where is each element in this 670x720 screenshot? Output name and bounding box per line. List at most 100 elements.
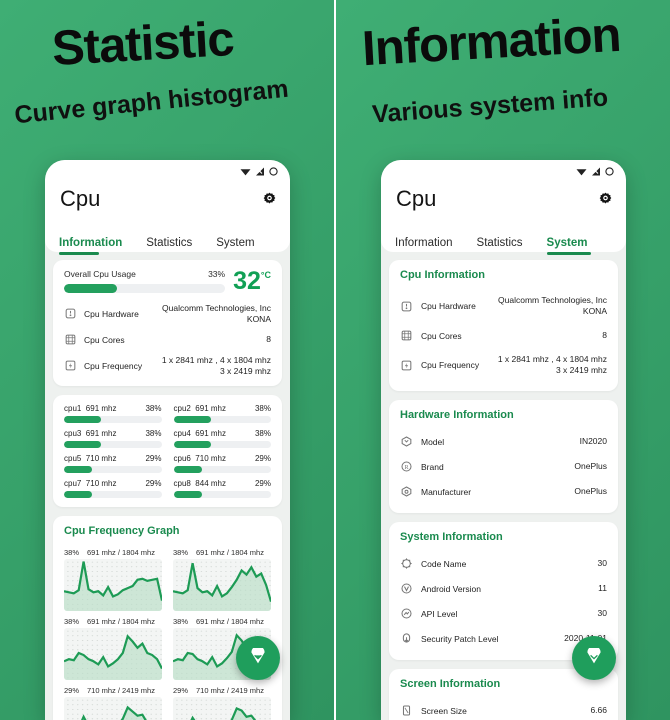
tab-bar[interactable]: Information Statistics System — [381, 216, 626, 255]
brand-icon: R — [401, 461, 412, 472]
panel-divider — [334, 0, 336, 720]
info-row-key: Model — [421, 436, 445, 447]
cpu-cores-grid: cpu1 691 mhz 38% cpu2 691 mhz 38% cpu3 691 m… — [64, 404, 271, 498]
tab-system[interactable]: System — [202, 237, 264, 252]
tab-system-label: System — [216, 237, 255, 249]
app-bar: Cpu Information Statistics System — [45, 160, 290, 255]
cpu-frequency-graph-title: Cpu Frequency Graph — [64, 524, 180, 537]
tab-system-label: System — [546, 237, 588, 249]
graph-label: 29% 710 mhz / 2419 mhz — [173, 686, 271, 695]
overall-usage-block: Overall Cpu Usage 33% 32 °C — [64, 269, 271, 294]
graph-plot — [173, 558, 271, 611]
cpu-core-name: cpu3 691 mhz — [64, 428, 117, 438]
graph-range: 710 mhz / 2419 mhz — [87, 685, 155, 695]
info-row: Cpu Hardware Qualcomm Technologies, Inc KO… — [400, 289, 607, 323]
cpu-core-percent: 29% — [254, 478, 271, 488]
info-row: Model IN2020 — [400, 429, 607, 454]
cpu-core-bar — [64, 440, 162, 448]
graph-percent: 38% — [173, 547, 189, 557]
info-row: Cpu Hardware Qualcomm Technologies, Inc KO… — [64, 303, 271, 324]
tab-information[interactable]: Information — [59, 237, 132, 255]
info-row-value: 11 — [598, 583, 607, 594]
gear-icon[interactable] — [262, 192, 277, 207]
info-row: Cpu Cores 8 — [400, 323, 607, 348]
page-title: Cpu — [396, 186, 437, 211]
cpu-frequency-graph-card: Cpu Frequency Graph 38% 691 mhz / 1804 mh… — [53, 515, 282, 720]
cpu-chip-icon — [65, 308, 76, 319]
cpu-core-percent: 29% — [145, 478, 162, 488]
info-row-key: Code Name — [421, 558, 467, 569]
info-row: Android Version 11 — [400, 576, 607, 601]
info-row-key: Cpu Cores — [421, 330, 462, 341]
android-icon — [401, 558, 412, 569]
favorite-fab-left[interactable] — [236, 636, 280, 680]
cpu-core-bar — [64, 415, 162, 423]
cpu-chip-icon — [401, 301, 412, 311]
cpu-core-percent: 38% — [254, 403, 271, 413]
cpu-info-rows: Cpu Hardware Qualcomm Technologies, Inc KO… — [64, 303, 271, 377]
info-row-value: 1 x 2841 mhz , 4 x 1804 mhz 3 x 2419 mhz — [497, 354, 607, 376]
tab-information[interactable]: Information — [395, 237, 463, 252]
tab-statistics[interactable]: Statistics — [132, 237, 202, 252]
title-row: Cpu — [45, 182, 290, 216]
cpu-frequency-graph-item: 38% 691 mhz / 1804 mhz — [64, 545, 162, 611]
graph-plot — [64, 627, 162, 680]
cpu-core-name: cpu2 691 mhz — [173, 403, 226, 413]
tab-active-underline — [59, 252, 99, 255]
cpu-frequency-icon — [401, 360, 412, 370]
graph-range: 691 mhz / 1804 mhz — [196, 616, 264, 626]
info-row: API Level 30 — [400, 601, 607, 626]
cpu-core-name: cpu4 691 mhz — [173, 428, 226, 438]
graph-label: 38% 691 mhz / 1804 mhz — [64, 617, 162, 626]
promo-subtitle-left: Curve graph histogram — [13, 74, 290, 130]
promo-title-left: Statistic — [50, 11, 235, 77]
cpu-core-bar — [173, 415, 271, 423]
cpu-core-bar — [173, 440, 271, 448]
info-row: Manufacturer OnePlus — [400, 479, 607, 504]
info-section-title: Screen Information — [400, 678, 501, 691]
cpu-cores-card: cpu1 691 mhz 38% cpu2 691 mhz 38% cpu3 691 m… — [53, 394, 282, 507]
tab-information-label: Information — [395, 237, 453, 249]
promo-title-right: Information — [360, 7, 622, 77]
tab-statistics[interactable]: Statistics — [463, 237, 533, 252]
info-row-key: Security Patch Level — [421, 633, 499, 644]
graph-range: 691 mhz / 1804 mhz — [87, 547, 155, 557]
cpu-frequency-graph-item: 38% 691 mhz / 1804 mhz — [64, 614, 162, 680]
cpu-core-percent: 29% — [145, 453, 162, 463]
cpu-core-item: cpu5 710 mhz 29% — [64, 454, 162, 473]
tab-active-underline — [546, 252, 591, 255]
favorite-fab-right[interactable] — [572, 636, 616, 680]
info-row-value: OnePlus — [574, 461, 607, 472]
cpu-cores-icon — [401, 330, 412, 341]
graph-percent: 29% — [173, 685, 189, 695]
api-icon — [401, 608, 412, 619]
manufacturer-icon — [401, 486, 412, 497]
info-row-key: Cpu Hardware — [84, 308, 139, 319]
promo-subtitle-right: Various system info — [371, 83, 609, 129]
graph-plot — [64, 558, 162, 611]
tab-bar[interactable]: Information Statistics System — [45, 216, 290, 255]
cpu-core-bar — [64, 465, 162, 473]
cpu-temperature-value: 32 — [233, 267, 261, 295]
info-row-key: API Level — [421, 608, 458, 619]
tab-information-label: Information — [59, 237, 123, 249]
info-row: R Brand OnePlus — [400, 454, 607, 479]
info-row-key: Screen Size — [421, 705, 467, 716]
screen-size-icon — [402, 705, 411, 716]
gear-icon[interactable] — [598, 192, 613, 207]
info-row-value: IN2020 — [579, 436, 607, 447]
info-section-title: System Information — [400, 531, 503, 544]
signal-icon — [256, 167, 264, 175]
security-icon — [402, 633, 411, 643]
tab-system[interactable]: System — [533, 237, 598, 255]
title-row: Cpu — [381, 182, 626, 216]
cpu-cores-icon — [65, 334, 76, 345]
info-row: Code Name 30 — [400, 551, 607, 576]
graph-range: 691 mhz / 1804 mhz — [196, 547, 264, 557]
model-icon — [401, 436, 412, 447]
cpu-core-name: cpu5 710 mhz — [64, 453, 117, 463]
info-row-key: Android Version — [421, 583, 482, 594]
info-row-key: Cpu Hardware — [421, 301, 476, 312]
info-row: Cpu Cores 8 — [64, 333, 271, 346]
signal-icon — [592, 167, 600, 175]
